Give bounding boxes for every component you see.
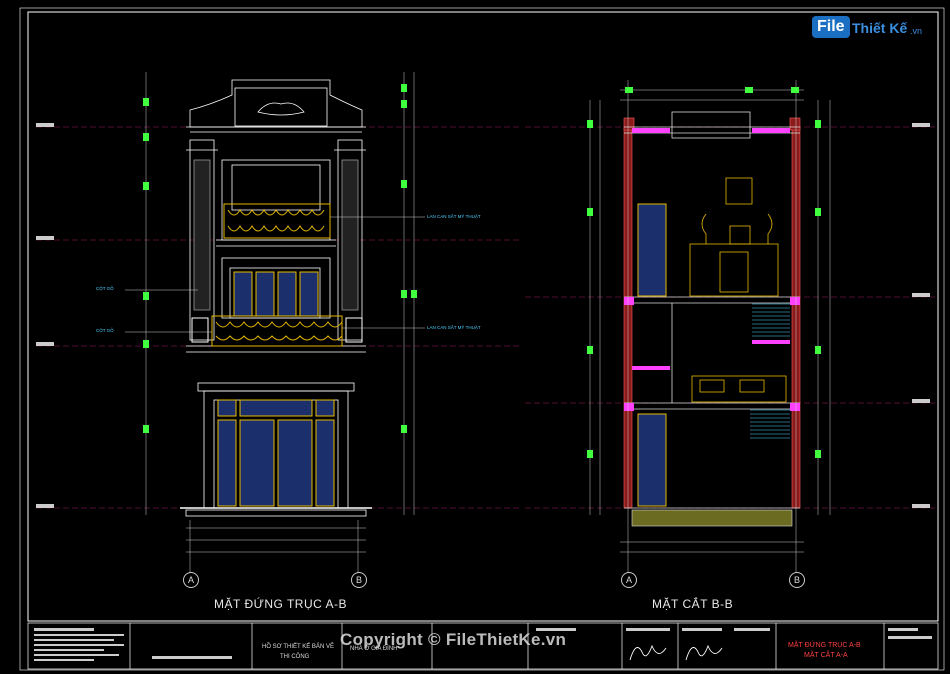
section-title: MẶT CẮT B-B <box>652 597 734 611</box>
railing-label-upper: LAN CAN SẮT MỸ THUẬT <box>427 214 481 219</box>
stairs-upper <box>752 303 790 337</box>
cad-drawing-canvas <box>19 7 945 671</box>
logo-rest: Thiết Kế <box>852 20 908 36</box>
tb-sheet-title-2: MẶT CẮT A-A <box>804 652 848 659</box>
sheet-border <box>27 11 939 622</box>
column-label-2: CỘT GỖ <box>96 328 114 333</box>
sheet-outer-border <box>19 7 945 671</box>
sofa-furniture <box>691 375 787 403</box>
ornament-icon <box>257 102 305 116</box>
elevation-glass <box>217 271 335 507</box>
axis-bubble-a-section: A <box>621 572 637 588</box>
annotation-leaders <box>125 216 425 333</box>
tb-project-label: HỒ SƠ THIẾT KẾ BẢN VẼ <box>262 644 334 650</box>
tb-sheet-title-1: MẶT ĐỨNG TRỤC A-B <box>788 642 861 649</box>
section-doors <box>637 203 667 507</box>
column-label-1: CỘT GỖ <box>96 286 114 291</box>
logo-file: File <box>812 16 850 38</box>
railing-label-lower: LAN CAN SẮT MỸ THUẬT <box>427 325 481 330</box>
axis-bubble-a-elevation: A <box>183 572 199 588</box>
filethietke-logo: File Thiết Kế .vn <box>812 16 924 44</box>
foundation-slab <box>631 509 793 527</box>
elevation-title: MẶT ĐỨNG TRỤC A-B <box>214 597 347 611</box>
elevation-dim-ticks <box>143 84 417 433</box>
logo-ext: .vn <box>910 26 923 36</box>
railing-lower <box>191 315 363 347</box>
stairs-lower <box>750 409 790 439</box>
elevation-drawing <box>180 79 372 517</box>
axis-bubble-b-elevation: B <box>351 572 367 588</box>
axis-bubble-b-section: B <box>789 572 805 588</box>
copyright-watermark: Copyright © FileThietKe.vn <box>340 630 567 649</box>
railing-upper <box>223 203 331 239</box>
signature-icon <box>629 644 723 661</box>
altar-furniture <box>689 177 779 297</box>
tb-phase: THI CÔNG <box>280 654 310 660</box>
